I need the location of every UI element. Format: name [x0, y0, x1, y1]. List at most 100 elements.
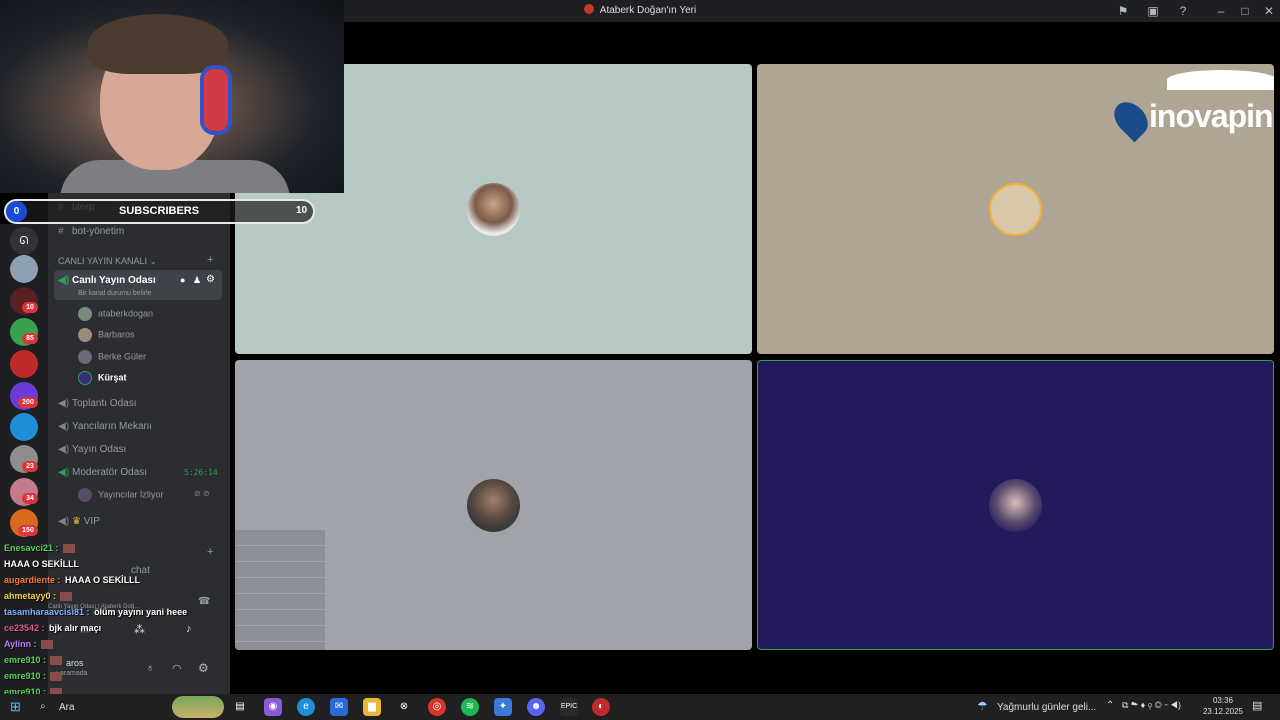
- voice-user[interactable]: Kürşat: [78, 371, 127, 385]
- video-tile-speaking[interactable]: [757, 360, 1274, 650]
- app-icon[interactable]: ✦: [494, 698, 512, 716]
- close-button[interactable]: ✕: [1261, 3, 1277, 19]
- add-channel-icon[interactable]: +: [207, 546, 213, 558]
- window-title-text: Ataberk Doğan'ın Yeri: [599, 5, 697, 16]
- voice-channel-yayin[interactable]: ◀) Yayın Odası: [58, 444, 126, 455]
- minimize-button[interactable]: –: [1213, 3, 1229, 19]
- sponsor-logo-top: [1167, 70, 1274, 90]
- category-label: CANLI YAYIN KANALI: [58, 256, 148, 266]
- server-icon[interactable]: [10, 255, 38, 283]
- channel-label: Yancıların Mekanı: [72, 421, 152, 432]
- voice-channel-toplanti[interactable]: ◀) Toplantı Odası: [58, 398, 136, 409]
- speaker-icon: ◀): [58, 444, 70, 455]
- notification-badge: 200: [18, 397, 38, 408]
- soundboard-icon[interactable]: ♪: [186, 623, 192, 635]
- clock-time[interactable]: 03:36: [1202, 696, 1244, 705]
- voice-channel-moderator[interactable]: ◀) Moderatör Odası: [58, 467, 147, 478]
- voice-channel-canli-yayin[interactable]: ◀) Canlı Yayın Odası: [58, 275, 156, 286]
- spotify-icon[interactable]: ≋: [461, 698, 479, 716]
- user-panel-name[interactable]: aros: [66, 658, 84, 668]
- channel-status[interactable]: Bir kanal durumu belirle: [78, 290, 152, 297]
- emote-icon: [62, 544, 75, 554]
- activity-icon[interactable]: ⁂: [134, 623, 145, 636]
- discord-icon[interactable]: ☻: [527, 698, 545, 716]
- edge-icon[interactable]: e: [297, 698, 315, 716]
- voice-user[interactable]: Yayıncılar İzliyor: [78, 488, 163, 502]
- inbox-icon[interactable]: ▣: [1146, 4, 1160, 18]
- speaker-icon: ◀): [58, 421, 70, 432]
- server-icon[interactable]: ᘏ: [10, 227, 38, 255]
- chrome-icon[interactable]: ◎: [428, 698, 446, 716]
- chat-username: Aylinn :: [4, 639, 37, 649]
- chat-username: emre910 :: [4, 655, 47, 665]
- voice-channel-yancilar[interactable]: ◀) Yancıların Mekanı: [58, 421, 152, 432]
- voice-duration: 5:26:14: [184, 468, 218, 477]
- channel-label: bot-yönetim: [72, 226, 125, 237]
- voice-user[interactable]: Berke Güler: [78, 350, 146, 364]
- headphones-shape: [200, 65, 232, 135]
- chat-text: HAAA O SEKİLLL: [4, 559, 80, 569]
- system-tray-icons[interactable]: ⧉ ☁ ♦ ⚲ ◎ ⌁ ◀): [1122, 700, 1181, 711]
- maximize-button[interactable]: □: [1237, 3, 1253, 19]
- video-tile[interactable]: [235, 360, 752, 650]
- chat-message: Aylinn :: [4, 639, 53, 650]
- participant-avatar: [989, 183, 1042, 236]
- notification-badge: 150: [18, 525, 38, 536]
- chat-message: emre910 :: [4, 671, 63, 682]
- hashtag-icon: #: [58, 226, 64, 237]
- copilot-icon[interactable]: ◉: [264, 698, 282, 716]
- voice-user[interactable]: Barbaros: [78, 328, 135, 342]
- microphone-icon[interactable]: ♁: [146, 662, 154, 674]
- chat-message: Enesavci21 :: [4, 543, 75, 554]
- speaker-icon: ◀): [58, 516, 70, 527]
- emote-icon: [50, 656, 63, 666]
- xbox-icon[interactable]: ⊗: [395, 698, 413, 716]
- voice-user-name: ataberkdogan: [98, 308, 154, 319]
- scroll-panel: [235, 530, 325, 650]
- emote-icon: [40, 640, 53, 650]
- windows-start-icon[interactable]: ⊞: [10, 699, 21, 715]
- add-channel-icon[interactable]: +: [207, 254, 213, 266]
- notification-badge: 10: [22, 302, 38, 313]
- avatar: [78, 488, 92, 502]
- video-tile[interactable]: inovapin: [757, 64, 1274, 354]
- gear-icon[interactable]: ⚙: [206, 274, 215, 285]
- clock-date[interactable]: 23.12.2025: [1200, 707, 1246, 716]
- emote-icon: [50, 672, 63, 682]
- chat-username: tasamharaavcisi81 :: [4, 607, 90, 617]
- disconnect-icon[interactable]: ☎: [198, 596, 210, 607]
- obs-icon[interactable]: ◐: [592, 698, 610, 716]
- chat-icon[interactable]: ●: [180, 275, 185, 285]
- server-icon[interactable]: [10, 350, 38, 378]
- voice-channel-vip[interactable]: ◀) ♛ VIP: [58, 516, 100, 527]
- notification-icon[interactable]: ▤: [1252, 699, 1262, 712]
- search-icon[interactable]: ⌕: [40, 701, 46, 712]
- notification-badge: 34: [22, 493, 38, 504]
- headphones-icon[interactable]: ◠: [172, 662, 182, 675]
- voice-user[interactable]: ataberkdogan: [78, 307, 153, 321]
- taskbar-search-label[interactable]: Ara: [59, 702, 75, 713]
- epic-games-icon[interactable]: EPIC: [560, 698, 578, 716]
- avatar: [78, 371, 92, 385]
- participant-avatar: [467, 479, 520, 532]
- webcam-overlay: [0, 0, 344, 193]
- task-view-icon[interactable]: ▤: [231, 698, 249, 716]
- file-explorer-icon[interactable]: ▆: [363, 698, 381, 716]
- help-icon[interactable]: ?: [1176, 4, 1190, 18]
- subscriber-count: 0: [6, 201, 27, 222]
- weather-text[interactable]: Yağmurlu günler geli...: [997, 702, 1096, 713]
- sponsor-logo-text: inovapin: [1149, 98, 1274, 134]
- category-canli-yayin[interactable]: CANLI YAYIN KANALI ⌄: [58, 256, 157, 267]
- deafened-icon: ⊘ ⊘: [194, 489, 210, 498]
- channel-bot-yonetim[interactable]: # bot-yönetim: [58, 226, 124, 237]
- pin-icon[interactable]: ⚑: [1116, 4, 1130, 18]
- chevron-up-icon[interactable]: ⌃: [1106, 700, 1114, 711]
- avatar: [78, 350, 92, 364]
- notification-badge: 23: [22, 461, 38, 472]
- settings-gear-icon[interactable]: ⚙: [198, 661, 209, 675]
- outlook-icon[interactable]: ✉: [330, 698, 348, 716]
- voice-user-name: Berke Güler: [98, 351, 147, 362]
- server-icon[interactable]: [10, 413, 38, 441]
- invite-icon[interactable]: ♟: [193, 275, 201, 286]
- chat-username: ce23542 :: [4, 623, 45, 633]
